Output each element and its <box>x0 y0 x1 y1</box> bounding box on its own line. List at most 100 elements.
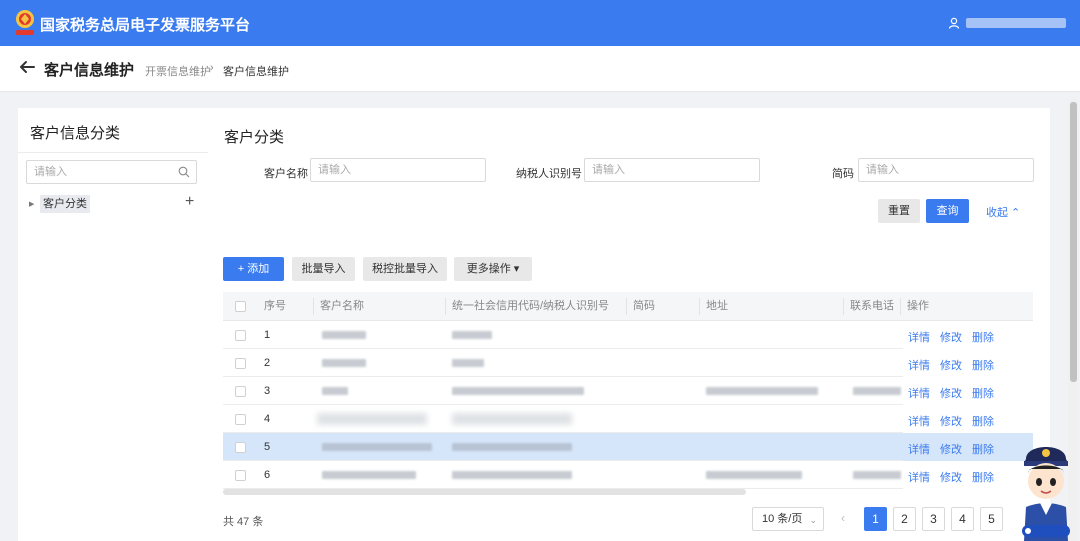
user-icon[interactable] <box>948 17 960 29</box>
delete-link[interactable]: 删除 <box>972 357 994 373</box>
row-checkbox[interactable] <box>235 358 246 369</box>
row-checkbox[interactable] <box>235 386 246 397</box>
page-header: 客户信息维护 开票信息维护 › 客户信息维护 <box>0 46 1080 92</box>
address-redacted <box>706 387 818 395</box>
tax-id-redacted <box>452 443 572 451</box>
query-button[interactable]: 查询 <box>926 199 969 223</box>
table-row-selected[interactable]: 5 详情 修改 删除 <box>223 433 1033 461</box>
detail-link[interactable]: 详情 <box>908 441 930 457</box>
tree-expand-caret-icon[interactable]: ▶ <box>29 200 34 208</box>
short-code-input[interactable] <box>858 158 1034 182</box>
column-header: 地址 <box>706 300 728 312</box>
page-1-button[interactable]: 1 <box>864 507 887 531</box>
detail-link[interactable]: 详情 <box>908 469 930 485</box>
column-header: 联系电话 <box>850 300 894 312</box>
table-row[interactable]: 2 详情 修改 删除 <box>223 349 1033 377</box>
section-title: 客户分类 <box>224 129 285 146</box>
detail-link[interactable]: 详情 <box>908 385 930 401</box>
row-checkbox[interactable] <box>235 330 246 341</box>
customer-name-redacted <box>322 471 416 479</box>
more-actions-dropdown[interactable]: 更多操作 ▾ <box>454 257 532 281</box>
row-checkbox[interactable] <box>235 470 246 481</box>
row-checkbox[interactable] <box>235 442 246 453</box>
column-header: 序号 <box>264 300 286 312</box>
edit-link[interactable]: 修改 <box>940 441 962 457</box>
assistant-mascot-icon[interactable] <box>1016 437 1076 541</box>
total-count: 共 47 条 <box>223 516 264 528</box>
reset-button[interactable]: 重置 <box>878 199 920 223</box>
sidebar-title: 客户信息分类 <box>30 125 121 142</box>
table-row[interactable]: 4 详情 修改 删除 <box>223 405 1033 433</box>
edit-link[interactable]: 修改 <box>940 385 962 401</box>
breadcrumb-item[interactable]: 开票信息维护 <box>145 63 211 79</box>
delete-link[interactable]: 删除 <box>972 413 994 429</box>
tax-id-redacted <box>452 413 572 425</box>
add-category-icon[interactable]: + <box>185 194 194 210</box>
edit-link[interactable]: 修改 <box>940 357 962 373</box>
table-horizontal-scrollbar[interactable] <box>223 489 746 495</box>
delete-link[interactable]: 删除 <box>972 329 994 345</box>
detail-link[interactable]: 详情 <box>908 413 930 429</box>
row-index: 4 <box>264 413 271 425</box>
page-size-value: 10 条/页 <box>762 513 803 525</box>
column-divider <box>313 298 314 315</box>
row-actions: 详情 修改 删除 <box>903 433 1033 461</box>
page-3-button[interactable]: 3 <box>922 507 945 531</box>
column-header: 统一社会信用代码/纳税人识别号 <box>452 300 610 312</box>
divider <box>18 152 208 153</box>
breadcrumb-separator: › <box>210 62 214 74</box>
batch-import-button[interactable]: 批量导入 <box>292 257 355 281</box>
row-actions: 详情 修改 删除 <box>903 377 1033 405</box>
row-actions: 详情 修改 删除 <box>903 461 1033 489</box>
row-index: 3 <box>264 385 271 397</box>
tax-id-redacted <box>452 471 572 479</box>
customer-name-redacted <box>317 413 427 425</box>
column-divider <box>445 298 446 315</box>
edit-link[interactable]: 修改 <box>940 413 962 429</box>
phone-redacted <box>853 387 901 395</box>
category-sidebar: 客户信息分类 ▶ 客户分类 + <box>18 108 208 541</box>
search-icon[interactable] <box>178 166 190 178</box>
tree-node-customer-category[interactable]: 客户分类 <box>40 195 90 213</box>
user-name-redacted[interactable] <box>966 18 1066 28</box>
page-4-button[interactable]: 4 <box>951 507 974 531</box>
table-row[interactable]: 1 详情 修改 删除 <box>223 321 1033 349</box>
short-code-label: 简码 <box>832 168 854 180</box>
row-index: 2 <box>264 357 271 369</box>
table-row[interactable]: 3 详情 修改 删除 <box>223 377 1033 405</box>
add-button[interactable]: + 添加 <box>223 257 284 281</box>
tax-control-batch-import-button[interactable]: 税控批量导入 <box>363 257 447 281</box>
customer-name-redacted <box>322 359 366 367</box>
page-2-button[interactable]: 2 <box>893 507 916 531</box>
row-actions: 详情 修改 删除 <box>903 349 1033 377</box>
taxpayer-id-input[interactable] <box>584 158 760 182</box>
page-size-select[interactable]: 10 条/页 ⌄ <box>752 507 824 531</box>
row-actions: 详情 修改 删除 <box>903 405 1033 433</box>
delete-link[interactable]: 删除 <box>972 385 994 401</box>
delete-link[interactable]: 删除 <box>972 441 994 457</box>
table-row[interactable]: 6 详情 修改 删除 <box>223 461 1033 489</box>
page-5-button[interactable]: 5 <box>980 507 1003 531</box>
row-checkbox[interactable] <box>235 414 246 425</box>
sidebar-search-input[interactable] <box>26 160 197 184</box>
row-index: 6 <box>264 469 271 481</box>
column-divider <box>843 298 844 315</box>
prev-page-button[interactable]: ‹ <box>841 511 845 525</box>
customer-name-label: 客户名称 <box>264 168 308 180</box>
back-arrow-icon[interactable] <box>18 58 36 76</box>
detail-link[interactable]: 详情 <box>908 357 930 373</box>
chevron-down-icon: ⌄ <box>809 515 817 525</box>
select-all-checkbox[interactable] <box>235 301 246 312</box>
scrollbar-thumb[interactable] <box>1070 102 1077 382</box>
main-panel: 客户分类 客户名称 纳税人识别号 简码 重置 查询 收起 ⌃ + 添加 批量导入… <box>208 108 1050 541</box>
edit-link[interactable]: 修改 <box>940 469 962 485</box>
tax-id-redacted <box>452 359 484 367</box>
column-divider <box>626 298 627 315</box>
delete-link[interactable]: 删除 <box>972 469 994 485</box>
detail-link[interactable]: 详情 <box>908 329 930 345</box>
table-header: 序号 客户名称 统一社会信用代码/纳税人识别号 简码 地址 联系电话 操作 <box>223 292 1033 321</box>
customer-name-redacted <box>322 387 348 395</box>
edit-link[interactable]: 修改 <box>940 329 962 345</box>
collapse-link[interactable]: 收起 ⌃ <box>986 204 1020 220</box>
customer-name-input[interactable] <box>310 158 486 182</box>
